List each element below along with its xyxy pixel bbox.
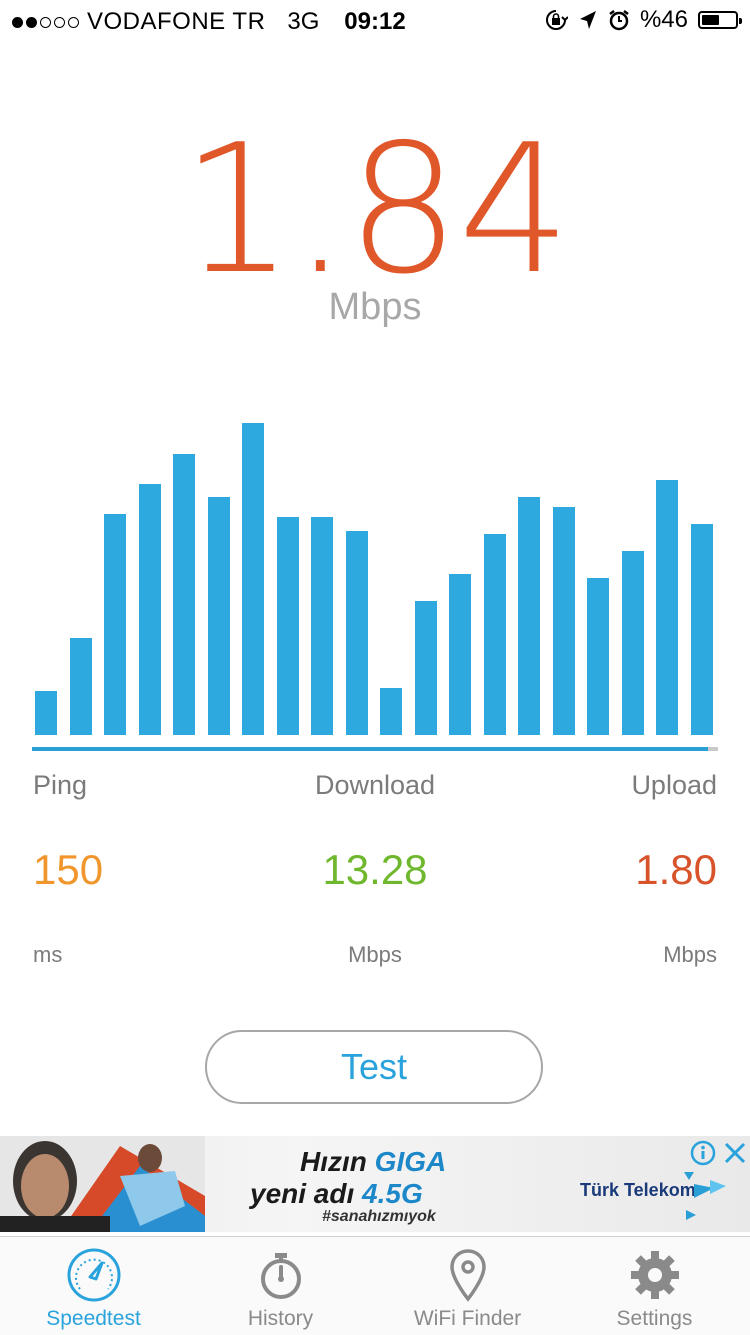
ad-headline-2: yeni adı 4.5G [250,1178,423,1210]
tab-speedtest[interactable]: Speedtest [0,1237,187,1335]
chart-bar [621,551,644,735]
ad-brand-name: Türk Telekom [580,1180,696,1200]
chart-bar [345,531,368,735]
chart-bar [552,507,575,735]
chart-bar [207,497,230,735]
ad-athlete-image [0,1136,205,1232]
chart-bar [518,497,540,735]
ad-headline-1: Hızın GIGA [300,1146,446,1178]
upload-unit: Mbps [663,942,717,967]
chart-bar [35,691,57,735]
ad-headline-2-highlight: 4.5G [362,1178,423,1209]
stopwatch-icon [261,1253,301,1299]
upload-label: Upload [631,770,717,800]
speedometer-icon [67,1248,121,1302]
current-speed-unit: Mbps [328,286,422,328]
chart-bar [380,688,402,735]
tab-label-settings: Settings [616,1307,693,1330]
gear-icon [631,1251,679,1299]
location-arrow-icon [579,11,596,29]
battery-percent: %46 [639,6,688,33]
tab-label-wifi-finder: WiFi Finder [413,1307,522,1330]
rotation-lock-icon [545,10,568,30]
chart-bar [69,638,92,735]
test-button[interactable]: Test [205,1030,543,1104]
ad-close-icon[interactable] [722,1140,748,1166]
tab-label-history: History [247,1307,314,1330]
tab-bar: Speedtest History WiFi Finder Settings [0,1236,750,1335]
status-bar: VODAFONE TR 3G 09:12 %46 [0,0,750,40]
chart-bar [449,574,471,735]
test-progress-track [32,747,718,751]
turk-telekom-logo-icon [684,1172,726,1220]
chart-bar [104,514,126,735]
status-right: %46 [544,6,742,34]
tab-settings[interactable]: Settings [561,1237,748,1335]
ad-headline-1-highlight: GIGA [374,1146,447,1177]
ad-info-icon[interactable] [690,1140,716,1166]
chart-bar [138,484,161,735]
chart-bar [587,578,609,735]
battery-icon [698,11,742,29]
alarm-icon [609,10,629,31]
test-progress-fill [32,747,708,751]
chart-bar [690,524,713,735]
ad-headline-2-text: yeni adı [250,1178,363,1209]
ad-banner[interactable]: Hızın GIGA yeni adı 4.5G #sanahızmıyok T… [0,1136,750,1232]
ad-headline-1-text: Hızın [300,1146,375,1177]
chart-bar [276,517,299,735]
chart-bar [311,517,333,735]
chart-bar [242,423,264,735]
current-speed-value: 1.84 [180,106,571,313]
speed-bar-chart [0,400,750,735]
ad-hashtag: #sanahızmıyok [322,1208,436,1225]
download-unit: Mbps [348,942,402,967]
location-pin-icon [450,1249,486,1302]
chart-bar [656,480,678,735]
chart-bar [414,601,437,735]
tab-wifi-finder[interactable]: WiFi Finder [374,1237,561,1335]
chart-bar [173,454,195,735]
tab-label-speedtest: Speedtest [46,1307,141,1330]
upload-value: 1.80 [635,846,717,893]
tab-history[interactable]: History [187,1237,374,1335]
chart-bar [483,534,506,735]
